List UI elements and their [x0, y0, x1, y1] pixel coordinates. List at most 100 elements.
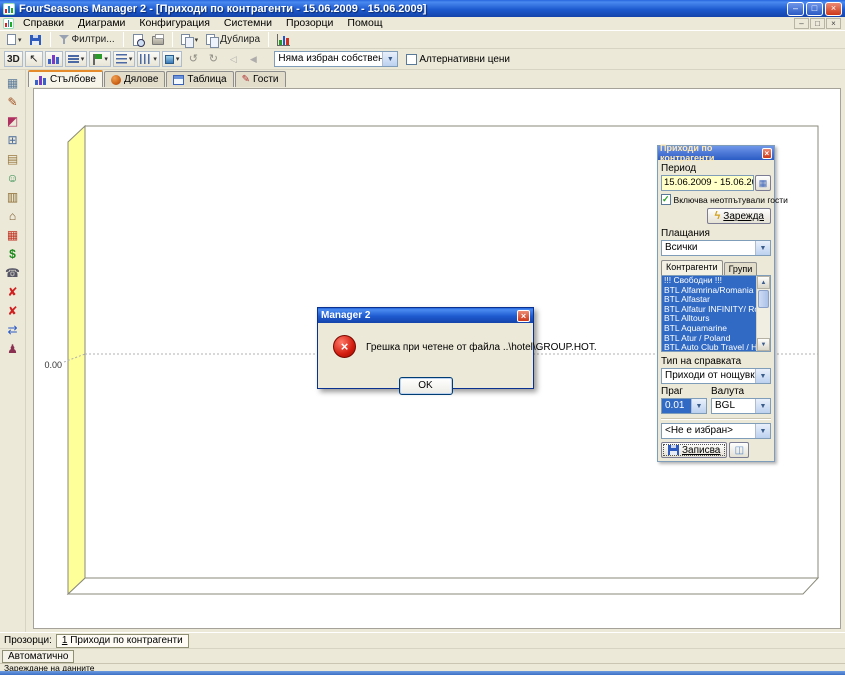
payments-icon[interactable]: $ — [3, 244, 23, 263]
combo-arrow-icon[interactable]: ▼ — [691, 399, 706, 413]
scrollbar-thumb[interactable] — [758, 290, 769, 308]
scroll-up-icon[interactable]: ▲ — [757, 276, 770, 289]
bar-style-button[interactable] — [45, 51, 63, 67]
list-scrollbar[interactable]: ▲ ▼ — [756, 276, 770, 351]
horizontal-grid-button[interactable]: ▾ — [113, 51, 136, 67]
depth-button[interactable]: ▾ — [162, 51, 183, 67]
documents-icon[interactable]: ▤ — [3, 149, 23, 168]
list-item[interactable]: BTL Alfamrina/Romania — [662, 286, 756, 296]
menu-system[interactable]: Системни — [217, 17, 279, 30]
menu-diagrams[interactable]: Диаграми — [71, 17, 132, 30]
list-item[interactable]: BTL Atur / Poland — [662, 334, 756, 344]
error-dialog-title-bar[interactable]: Manager 2 × — [318, 308, 533, 323]
combo-arrow-icon[interactable]: ▼ — [755, 424, 770, 438]
chevron-down-icon[interactable]: ▾ — [195, 36, 199, 44]
close-icon[interactable]: × — [825, 2, 842, 16]
chevron-down-icon[interactable]: ▾ — [104, 55, 108, 63]
automatic-button[interactable]: Автоматично — [2, 650, 74, 663]
menu-windows[interactable]: Прозорци — [279, 17, 340, 30]
list-item[interactable]: !!! Свободни !!! — [662, 276, 756, 286]
list-item[interactable]: BTL Auto Club Travel / Hunga — [662, 343, 756, 351]
legend-button[interactable]: ▾ — [65, 51, 88, 67]
list-item[interactable]: BTL Alfatur INFINITY/ Romani — [662, 305, 756, 315]
list-item[interactable]: BTL Alltours — [662, 314, 756, 324]
rates-table-icon[interactable]: ▦ — [3, 225, 23, 244]
combo-arrow-icon[interactable]: ▼ — [382, 52, 397, 66]
chart-button[interactable] — [274, 31, 293, 48]
chevron-down-icon[interactable]: ▾ — [18, 36, 22, 44]
room-plan-icon[interactable]: ▦ — [3, 73, 23, 92]
chevron-down-icon[interactable]: ▾ — [129, 55, 133, 63]
transfer-icon[interactable]: ⇄ — [3, 320, 23, 339]
rotate-ccw-button[interactable]: ↺ — [184, 51, 202, 67]
save-report-button[interactable]: Записва — [661, 442, 727, 458]
toggle-3d-button[interactable]: 3D — [4, 51, 23, 67]
guests-icon[interactable]: ☺ — [3, 168, 23, 187]
hotel-icon[interactable]: ⌂ — [3, 206, 23, 225]
tab-guests[interactable]: ✎Гости — [235, 71, 286, 87]
labels-button[interactable]: ▾ — [89, 51, 111, 67]
void-payment-icon[interactable]: ✘ — [3, 301, 23, 320]
print-preview-button[interactable] — [129, 31, 147, 48]
load-button[interactable]: ϟЗарежда — [707, 208, 771, 224]
table-view-button[interactable]: ◫ — [729, 442, 749, 458]
combo-arrow-icon[interactable]: ▼ — [755, 241, 770, 255]
vertical-grid-button[interactable]: ▾ — [137, 51, 160, 67]
sound-off-button[interactable]: ◁ — [224, 51, 242, 67]
mdi-restore-icon[interactable]: □ — [810, 18, 825, 29]
reservations-icon[interactable]: ✎ — [3, 92, 23, 111]
new-report-button[interactable]: ▾ — [4, 31, 25, 48]
panel-title-bar[interactable]: Приходи по контрагенти × — [658, 146, 774, 160]
reports-chart-icon[interactable]: ◩ — [3, 111, 23, 130]
combo-arrow-icon[interactable]: ▼ — [755, 369, 770, 383]
report-type-combobox[interactable]: Приходи от нощувки ▼ — [661, 368, 771, 384]
owner-combobox[interactable]: Няма избран собственици ▼ — [274, 51, 398, 67]
cancel-sale-icon[interactable]: ✘ — [3, 282, 23, 301]
menu-help[interactable]: Помощ — [340, 17, 389, 30]
payments-combobox[interactable]: Всички ▼ — [661, 240, 771, 256]
currency-combobox[interactable]: BGL ▼ — [711, 398, 771, 414]
calculator-icon[interactable]: ⊞ — [3, 130, 23, 149]
guest-stats-icon[interactable]: ♟ — [3, 339, 23, 358]
owner-select-combobox[interactable]: <Не е избран> ▼ — [661, 423, 771, 439]
threshold-combobox[interactable]: 0.01 ▼ — [661, 398, 707, 414]
copy-button[interactable]: ▾ — [178, 31, 202, 48]
period-field[interactable]: 15.06.2009 - 15.06.2009 — [661, 175, 754, 191]
tab-counterparties[interactable]: Контрагенти — [661, 260, 723, 275]
counterparties-listbox: !!! Свободни !!! BTL Alfamrina/Romania B… — [661, 275, 771, 352]
menu-configuration[interactable]: Конфигурация — [132, 17, 216, 30]
error-dialog-close-icon[interactable]: × — [517, 310, 530, 322]
restore-icon[interactable]: □ — [806, 2, 823, 16]
list-item[interactable]: BTL Alfastar — [662, 295, 756, 305]
include-guests-checkbox[interactable]: ✓ — [661, 194, 671, 205]
menu-reports[interactable]: Справки — [16, 17, 71, 30]
tab-bars[interactable]: Стълбове — [28, 70, 103, 87]
tab-table[interactable]: Таблица — [166, 71, 233, 87]
minimize-icon[interactable]: – — [787, 2, 804, 16]
mdi-minimize-icon[interactable]: – — [794, 18, 809, 29]
tab-groups[interactable]: Групи — [724, 262, 758, 275]
pointer-tool-button[interactable]: ↖ — [25, 51, 43, 67]
sound-on-button[interactable]: ◀ — [244, 51, 262, 67]
chevron-down-icon[interactable]: ▾ — [176, 55, 180, 63]
panel-close-icon[interactable]: × — [762, 148, 772, 159]
ok-button[interactable]: OK — [399, 377, 453, 395]
mdi-close-icon[interactable]: × — [826, 18, 841, 29]
chevron-down-icon[interactable]: ▾ — [153, 55, 157, 63]
duplicate-button[interactable]: Дублира — [203, 31, 263, 48]
alt-prices-checkbox[interactable] — [406, 54, 417, 65]
calendar-button[interactable]: ▦ — [755, 175, 771, 191]
bars-icon — [48, 54, 60, 64]
filters-button[interactable]: Филтри... — [56, 31, 118, 48]
save-button[interactable] — [27, 31, 45, 48]
phone-icon[interactable]: ☎ — [3, 263, 23, 282]
combo-arrow-icon[interactable]: ▼ — [755, 399, 770, 413]
cash-folder-icon[interactable]: ▥ — [3, 187, 23, 206]
list-item[interactable]: BTL Aquamarine — [662, 324, 756, 334]
print-button[interactable] — [149, 31, 167, 48]
window-tab-button[interactable]: 1 Приходи по контрагенти — [56, 634, 189, 648]
tab-pie[interactable]: Дялове — [104, 71, 165, 87]
chevron-down-icon[interactable]: ▾ — [81, 55, 85, 63]
scroll-down-icon[interactable]: ▼ — [757, 338, 770, 351]
rotate-cw-button[interactable]: ↻ — [204, 51, 222, 67]
